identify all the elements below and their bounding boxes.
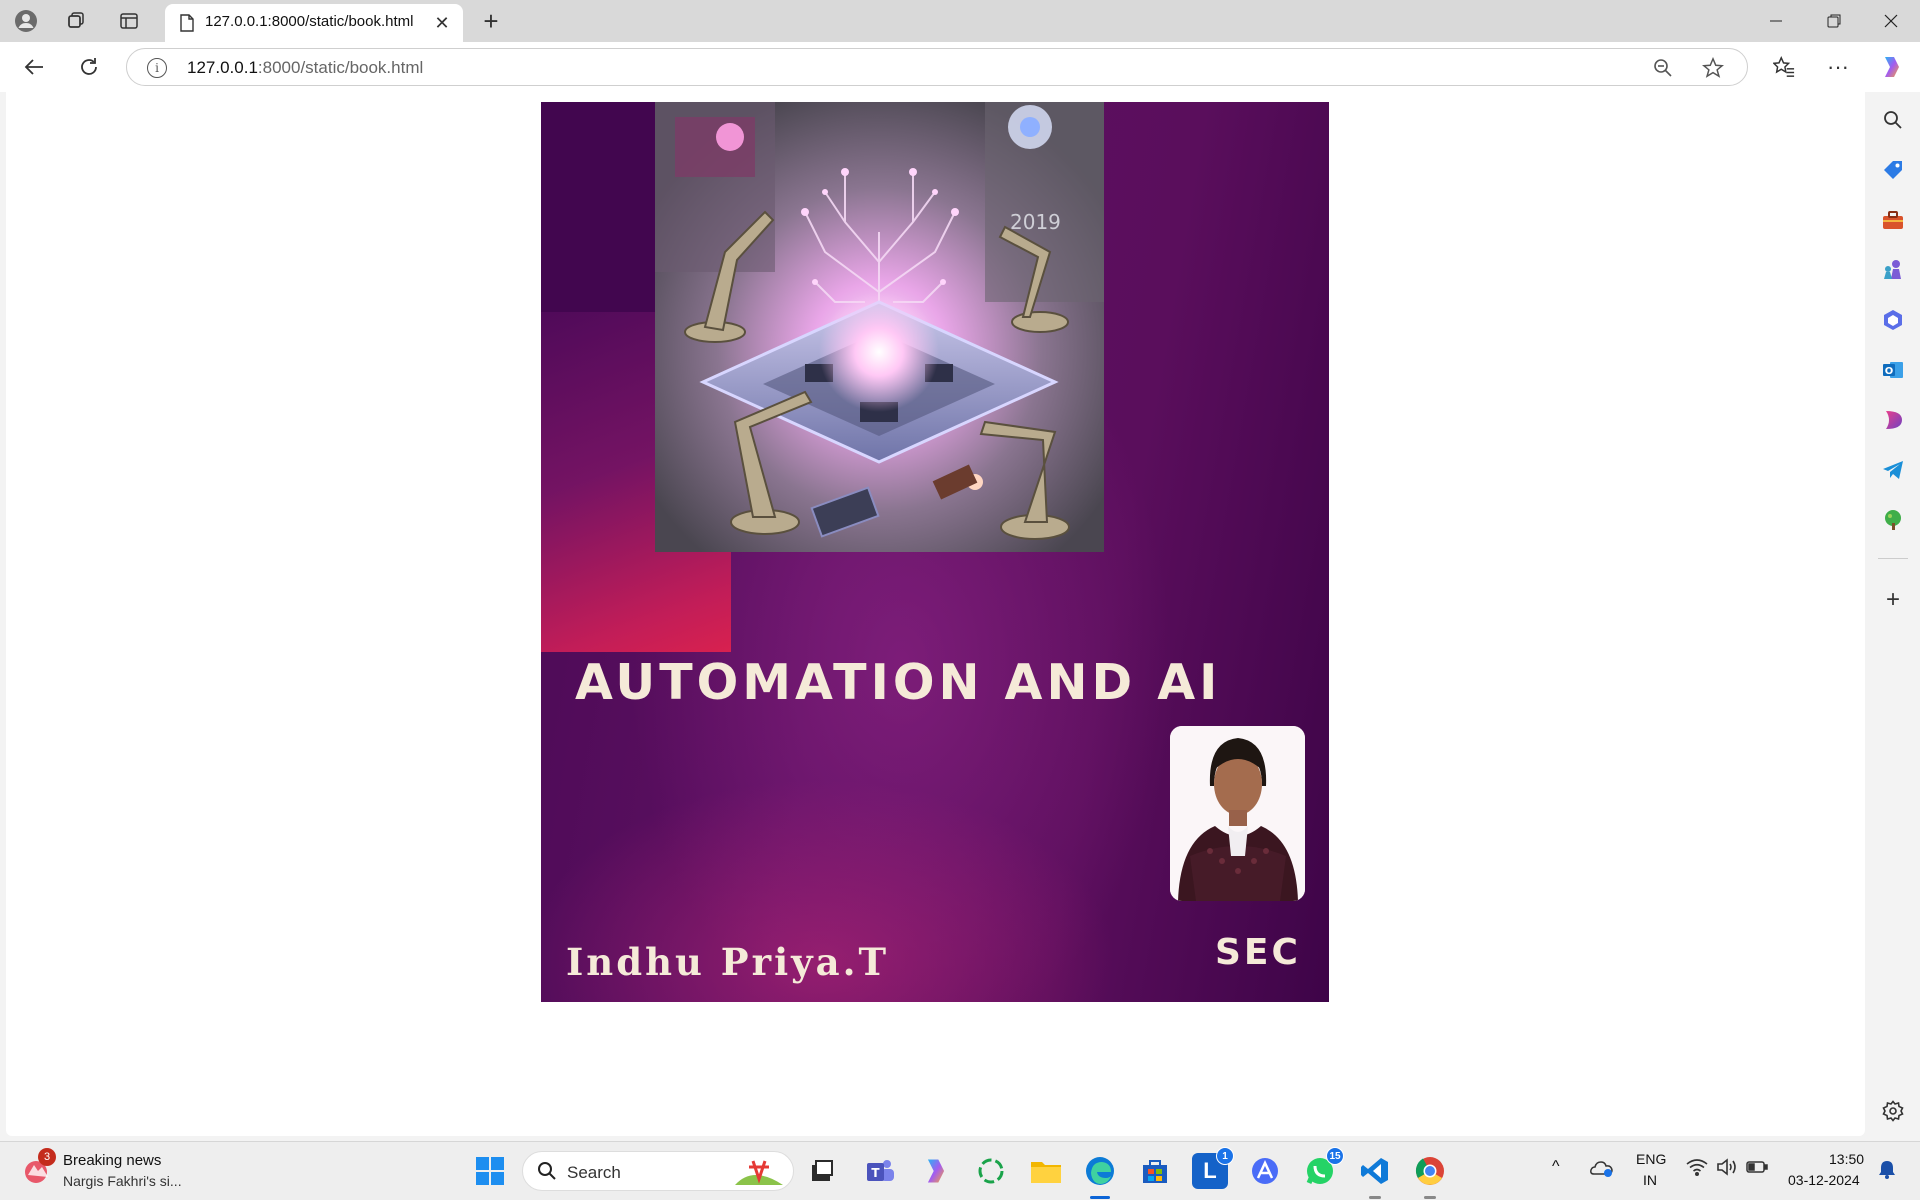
illustration-year: 2019	[1010, 210, 1061, 234]
notification-bell-icon[interactable]	[1878, 1159, 1896, 1182]
tree-icon[interactable]	[1879, 506, 1907, 534]
refresh-button[interactable]	[71, 50, 107, 84]
url-path: :8000/static/book.html	[257, 58, 424, 77]
chess-icon[interactable]	[1879, 256, 1907, 284]
store-icon[interactable]	[1137, 1153, 1173, 1189]
url-text[interactable]: 127.0.0.1:8000/static/book.html	[187, 58, 423, 78]
file-explorer-icon[interactable]	[1028, 1153, 1064, 1189]
designer-icon[interactable]	[1879, 406, 1907, 434]
browser-toolbar: i 127.0.0.1:8000/static/book.html ···	[0, 42, 1920, 92]
more-options-icon[interactable]: ···	[1820, 50, 1856, 84]
tab-book[interactable]: 127.0.0.1:8000/static/book.html ✕	[165, 4, 463, 42]
wifi-icon[interactable]	[1686, 1158, 1708, 1179]
cover-dark-block	[541, 102, 661, 312]
clock-time[interactable]: 13:50	[1829, 1151, 1864, 1167]
vscode-icon[interactable]	[1357, 1153, 1393, 1189]
l-app-badge: 1	[1216, 1147, 1234, 1165]
search-label: Search	[567, 1163, 621, 1182]
battery-icon[interactable]	[1746, 1159, 1768, 1178]
l-app-icon[interactable]: L 1	[1192, 1147, 1234, 1189]
chatgpt-icon[interactable]	[973, 1153, 1009, 1189]
settings-icon[interactable]	[1879, 1097, 1907, 1125]
edge-sidebar: O +	[1866, 92, 1920, 1141]
language-line1[interactable]: ENG	[1636, 1151, 1666, 1167]
copilot-icon[interactable]	[1874, 50, 1910, 84]
vscode-running-indicator	[1369, 1196, 1381, 1199]
l-app-label: L	[1203, 1158, 1217, 1183]
page-viewport: 2019 AUTOMATION AND AI Indhu Priya.T SEC	[6, 92, 1865, 1136]
chrome-icon[interactable]	[1412, 1153, 1448, 1189]
new-tab-button[interactable]: +	[474, 6, 508, 36]
start-icon[interactable]	[472, 1153, 508, 1189]
copilot-taskbar-icon[interactable]	[918, 1153, 954, 1189]
show-hidden-icons[interactable]: ^	[1552, 1158, 1560, 1176]
outlook-icon[interactable]: O	[1879, 356, 1907, 384]
cover-illustration: 2019	[655, 102, 1104, 552]
windows-taskbar: 3 Breaking news Nargis Fakhri's si... Se…	[0, 1141, 1920, 1200]
book-title: AUTOMATION AND AI	[575, 654, 1222, 711]
search-icon[interactable]	[1879, 106, 1907, 134]
chrome-running-indicator	[1424, 1196, 1436, 1199]
search-highlight-icon	[733, 1157, 785, 1192]
back-button[interactable]	[16, 50, 52, 84]
restore-button[interactable]	[1806, 0, 1862, 42]
url-host: 127.0.0.1	[187, 58, 258, 77]
add-icon[interactable]: +	[1879, 586, 1907, 614]
news-subtitle[interactable]: Nargis Fakhri's si...	[63, 1173, 182, 1189]
browser-title-bar: 127.0.0.1:8000/static/book.html ✕ +	[0, 0, 1920, 42]
copilot-hex-icon[interactable]	[1879, 306, 1907, 334]
close-tab-icon[interactable]: ✕	[429, 10, 455, 36]
tab-title: 127.0.0.1:8000/static/book.html	[205, 13, 414, 30]
address-bar[interactable]: i 127.0.0.1:8000/static/book.html	[126, 48, 1748, 86]
volume-icon[interactable]	[1716, 1158, 1738, 1179]
profile-icon[interactable]	[8, 6, 44, 36]
site-info-icon[interactable]: i	[147, 58, 167, 78]
favorite-star-icon[interactable]	[1699, 55, 1727, 81]
close-window-button[interactable]	[1863, 0, 1919, 42]
search-icon	[537, 1161, 557, 1187]
a-app-icon[interactable]	[1247, 1153, 1283, 1189]
author-name: Indhu Priya.T	[566, 940, 890, 984]
author-photo	[1170, 726, 1305, 901]
whatsapp-icon[interactable]: 15	[1302, 1147, 1344, 1189]
telegram-icon[interactable]	[1879, 456, 1907, 484]
taskbar-search[interactable]: Search	[522, 1151, 794, 1191]
institution-name: SEC	[1215, 932, 1301, 973]
news-badge: 3	[38, 1148, 56, 1166]
whatsapp-badge: 15	[1326, 1147, 1344, 1165]
favorites-icon[interactable]	[1766, 50, 1802, 84]
onedrive-icon[interactable]	[1590, 1158, 1614, 1181]
page-icon	[179, 14, 195, 37]
task-view-icon[interactable]	[804, 1153, 840, 1189]
book-cover: 2019 AUTOMATION AND AI Indhu Priya.T SEC	[541, 102, 1329, 1002]
edge-icon[interactable]	[1082, 1153, 1118, 1189]
tag-icon[interactable]	[1879, 156, 1907, 184]
clock-date[interactable]: 03-12-2024	[1788, 1172, 1860, 1188]
edge-active-indicator	[1090, 1196, 1110, 1199]
language-line2[interactable]: IN	[1643, 1172, 1657, 1188]
svg-text:T: T	[871, 1166, 880, 1180]
workspaces-icon[interactable]	[58, 6, 94, 36]
minimize-button[interactable]	[1748, 0, 1804, 42]
toolbox-icon[interactable]	[1879, 206, 1907, 234]
svg-text:O: O	[1885, 366, 1894, 377]
teams-icon[interactable]: T	[862, 1153, 898, 1189]
vertical-tabs-icon[interactable]	[111, 6, 147, 36]
zoom-out-icon[interactable]	[1649, 55, 1677, 81]
sidebar-divider	[1878, 558, 1908, 559]
news-title[interactable]: Breaking news	[63, 1152, 161, 1169]
